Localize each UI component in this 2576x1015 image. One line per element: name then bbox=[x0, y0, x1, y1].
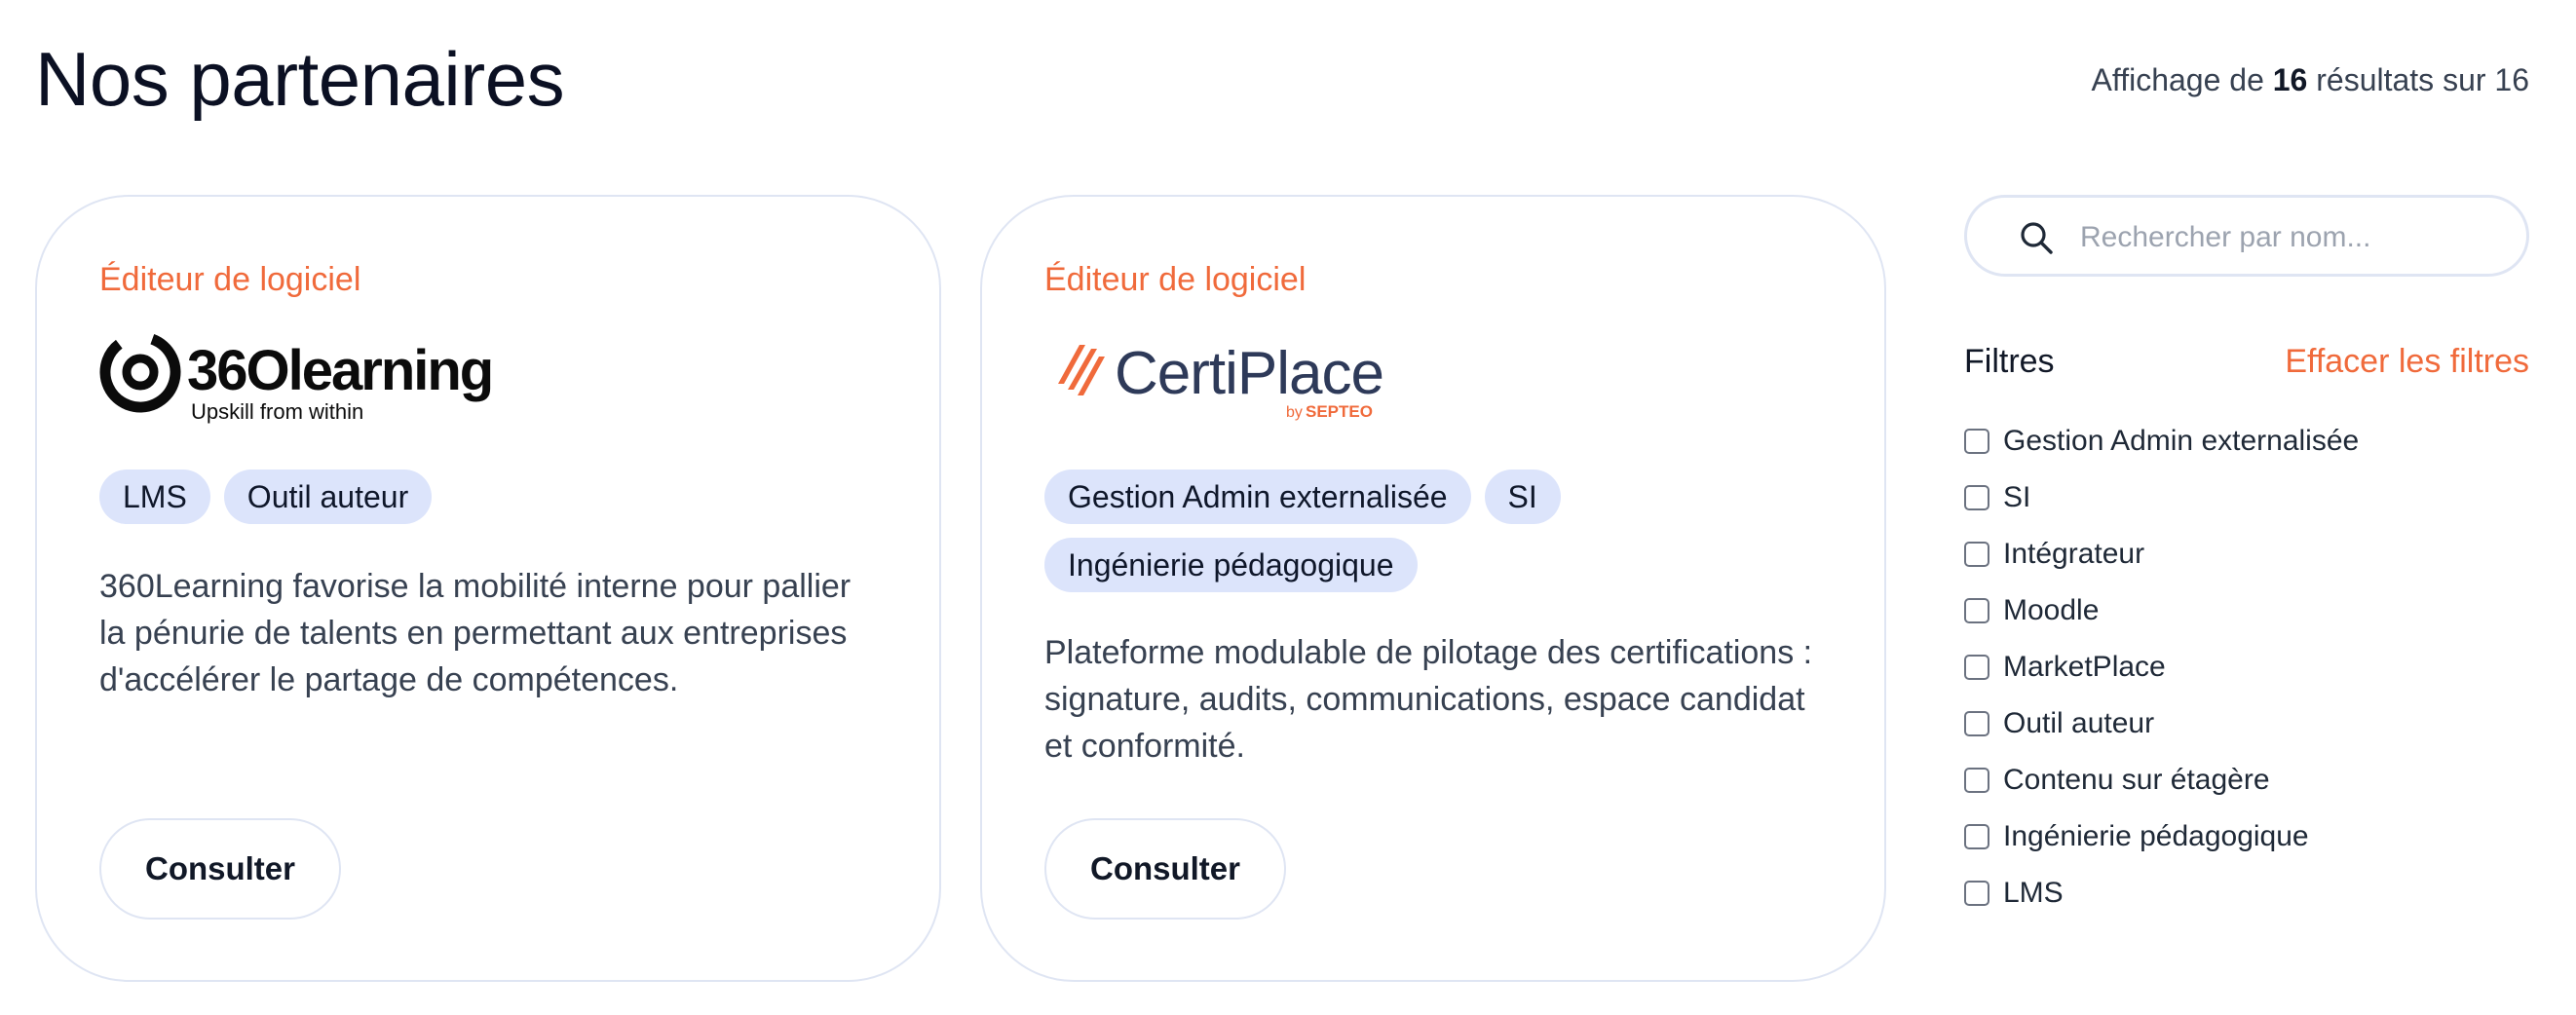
filter-checkbox[interactable] bbox=[1964, 429, 1989, 454]
filter-checkbox[interactable] bbox=[1964, 711, 1989, 736]
certiplace-logo: CertiPlace by SEPTEO bbox=[1044, 323, 1454, 431]
results-middle: résultats sur bbox=[2316, 62, 2486, 97]
filters-title: Filtres bbox=[1964, 343, 2055, 380]
partners-page: Nos partenaires Affichage de 16 résultat… bbox=[0, 0, 2576, 1015]
clear-filters-link[interactable]: Effacer les filtres bbox=[2285, 343, 2529, 381]
partner-card-certiplace: Éditeur de logiciel CertiPlace by SEPTEO… bbox=[980, 195, 1886, 982]
filter-option[interactable]: Contenu sur étagère bbox=[1964, 752, 2359, 808]
tag: Outil auteur bbox=[223, 470, 433, 524]
logo-byline-brand: SEPTEO bbox=[1306, 402, 1373, 421]
filter-checkbox[interactable] bbox=[1964, 655, 1989, 680]
filter-list: Gestion Admin externalisée SI Intégrateu… bbox=[1964, 413, 2359, 921]
filter-option[interactable]: Ingénierie pédagogique bbox=[1964, 808, 2359, 865]
tag: Gestion Admin externalisée bbox=[1044, 470, 1471, 524]
results-count: Affichage de 16 résultats sur 16 bbox=[2092, 62, 2529, 98]
consult-button[interactable]: Consulter bbox=[99, 818, 341, 920]
filter-checkbox[interactable] bbox=[1964, 598, 1989, 623]
tag-list: Gestion Admin externalisée SI Ingénierie… bbox=[1044, 470, 1824, 592]
card-description: Plateforme modulable de pilotage des cer… bbox=[1044, 634, 1813, 765]
filter-option[interactable]: Outil auteur bbox=[1964, 695, 2359, 752]
results-total: 16 bbox=[2494, 62, 2529, 97]
search-icon bbox=[2021, 222, 2053, 254]
page-title: Nos partenaires bbox=[35, 36, 565, 122]
logo-tagline: Upskill from within bbox=[191, 399, 363, 424]
card-category: Éditeur de logiciel bbox=[99, 261, 361, 298]
tag-list: LMS Outil auteur bbox=[99, 470, 879, 524]
partner-card-360learning: Éditeur de logiciel 36Olearning Upskill … bbox=[35, 195, 941, 982]
filter-label: Contenu sur étagère bbox=[2003, 764, 2270, 796]
tag: LMS bbox=[99, 470, 210, 524]
filter-option[interactable]: Gestion Admin externalisée bbox=[1964, 413, 2359, 470]
certiplace-logo-image: CertiPlace by SEPTEO bbox=[1058, 340, 1384, 421]
filter-option[interactable]: Moodle bbox=[1964, 583, 2359, 639]
360learning-logo-image: 36Olearning Upskill from within bbox=[99, 331, 494, 424]
filter-checkbox[interactable] bbox=[1964, 824, 1989, 849]
filter-checkbox[interactable] bbox=[1964, 542, 1989, 567]
filter-option[interactable]: Intégrateur bbox=[1964, 526, 2359, 583]
filter-checkbox[interactable] bbox=[1964, 485, 1989, 510]
360learning-logo: 36Olearning Upskill from within bbox=[99, 323, 509, 431]
card-category: Éditeur de logiciel bbox=[1044, 261, 1307, 298]
results-prefix: Affichage de bbox=[2091, 62, 2264, 97]
filter-label: Ingénierie pédagogique bbox=[2003, 820, 2309, 852]
logo-wordmark: CertiPlace bbox=[1115, 340, 1383, 407]
search-box bbox=[1964, 195, 2529, 277]
filter-option[interactable]: LMS bbox=[1964, 865, 2359, 921]
consult-button[interactable]: Consulter bbox=[1044, 818, 1286, 920]
search-input[interactable] bbox=[2080, 215, 2509, 260]
logo-byline-prefix: by bbox=[1286, 404, 1303, 421]
tag: SI bbox=[1484, 470, 1561, 524]
filter-label: LMS bbox=[2003, 877, 2064, 909]
logo-wordmark: 36Olearning bbox=[187, 339, 492, 402]
filter-label: Intégrateur bbox=[2003, 538, 2145, 570]
filter-label: Gestion Admin externalisée bbox=[2003, 425, 2360, 457]
filter-checkbox[interactable] bbox=[1964, 881, 1989, 906]
filter-option[interactable]: MarketPlace bbox=[1964, 639, 2359, 695]
filter-option[interactable]: SI bbox=[1964, 470, 2359, 526]
filter-label: SI bbox=[2003, 481, 2031, 513]
filter-label: Moodle bbox=[2003, 594, 2100, 626]
tag: Ingénierie pédagogique bbox=[1044, 538, 1418, 592]
filter-label: Outil auteur bbox=[2003, 707, 2155, 739]
filter-checkbox[interactable] bbox=[1964, 768, 1989, 793]
results-shown: 16 bbox=[2272, 62, 2308, 97]
card-description: 360Learning favorise la mobilité interne… bbox=[99, 568, 852, 698]
filter-label: MarketPlace bbox=[2003, 651, 2166, 683]
